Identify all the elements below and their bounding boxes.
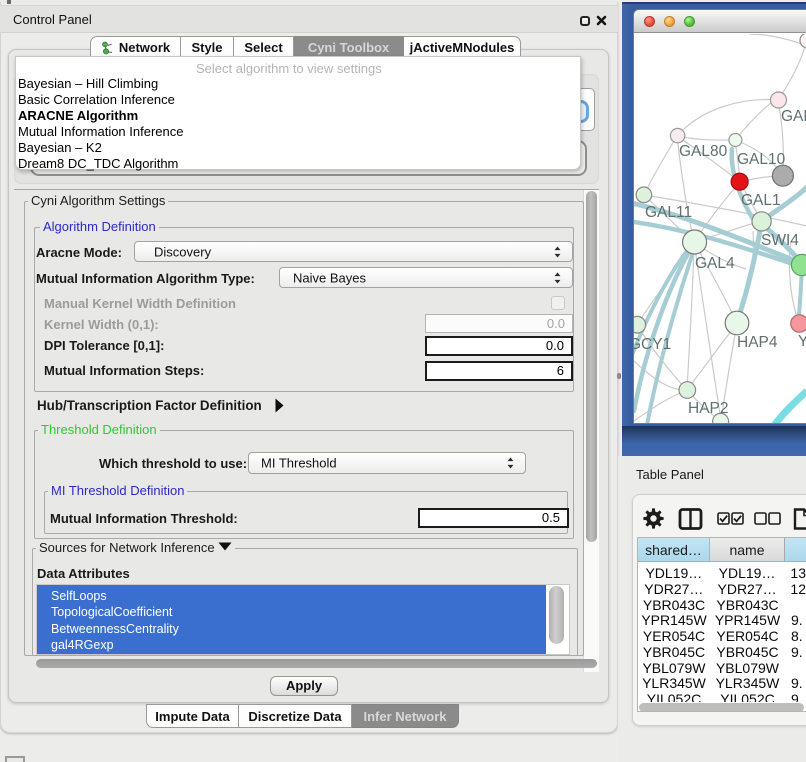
svg-text:GAL10: GAL10 <box>737 151 786 168</box>
svg-text:GCY1: GCY1 <box>634 336 671 353</box>
svg-text:GAL7: GAL7 <box>781 108 806 125</box>
svg-text:SWI4: SWI4 <box>761 232 799 249</box>
svg-text:GAL11: GAL11 <box>645 204 692 221</box>
svg-text:HAP4: HAP4 <box>737 334 778 351</box>
svg-text:Y: Y <box>798 333 806 350</box>
svg-text:HAP2: HAP2 <box>688 400 729 417</box>
svg-text:GAL4: GAL4 <box>695 255 735 272</box>
svg-text:GAL1: GAL1 <box>741 192 781 209</box>
svg-text:GAL80: GAL80 <box>679 143 728 160</box>
